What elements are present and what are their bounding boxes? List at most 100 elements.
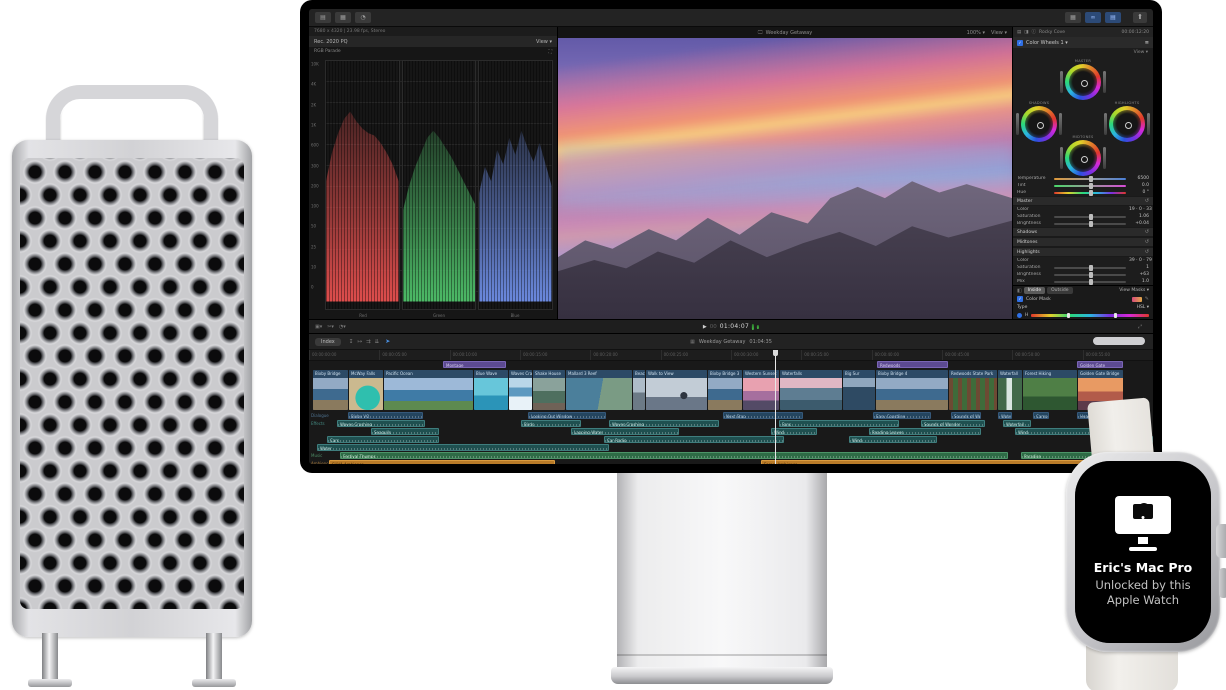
timeline-clip[interactable]: Fans (779, 420, 899, 427)
timeline-clip[interactable]: Big Sur (843, 370, 875, 410)
timeline-clip[interactable]: Bixby Bridge 3 (708, 370, 742, 410)
timeline-clip[interactable]: Walk to View (646, 370, 707, 410)
mask-tab-inside[interactable]: Inside (1024, 287, 1045, 294)
timeline-right-button[interactable] (1093, 337, 1145, 345)
trim-menu-icon[interactable]: ✂▾ (327, 324, 334, 330)
mask-color-swatch[interactable] (1132, 297, 1142, 302)
timeline-clip[interactable]: McWay Falls (349, 370, 383, 410)
param-slider[interactable] (1054, 178, 1126, 180)
param-slider[interactable] (1054, 260, 1126, 262)
timeline-clip[interactable]: Blue Wave (474, 370, 508, 410)
timeline-clip[interactable]: Reading Leaves (869, 428, 981, 435)
timeline-project-name[interactable]: Weekday Getaway (699, 339, 746, 345)
reset-icon[interactable]: ↺ (1145, 198, 1149, 204)
param-slider[interactable] (1054, 209, 1126, 211)
insert-edit-icon[interactable]: ↦ (357, 339, 362, 345)
connect-edit-icon[interactable]: ↧ (349, 339, 354, 345)
timeline-clip[interactable]: Festival Thumps (340, 452, 1008, 459)
timeline-clip[interactable]: SUVA Ambience (329, 460, 555, 464)
select-tool-icon[interactable]: ➤ (385, 338, 390, 345)
timeline-ruler[interactable]: 00:00:00:0000:00:05:0000:00:10:0000:00:1… (309, 350, 1153, 361)
param-value[interactable]: 1.06 (1129, 214, 1149, 219)
timeline-clip[interactable]: Looking Out Window (528, 412, 606, 419)
param-value[interactable]: 19 · 0 · 33 (1129, 207, 1149, 212)
retime-menu-icon[interactable]: ◔▾ (339, 324, 346, 330)
timeline-clip[interactable]: Easy Coastline (873, 412, 931, 419)
timeline-clip[interactable]: Waterfall (998, 412, 1012, 419)
param-value[interactable]: 0.0 (1129, 183, 1149, 188)
timeline-clip[interactable]: Redwoods (877, 361, 948, 368)
slider-handle[interactable] (1089, 221, 1093, 227)
param-value[interactable]: 39 · 0 · 79 (1129, 258, 1149, 263)
timeline-clip[interactable]: Beach Bluff (633, 370, 645, 410)
param-slider[interactable] (1054, 223, 1126, 225)
timeline-clip[interactable]: Waterfall (998, 370, 1022, 410)
sidebar-toggle-icon[interactable]: ▤ (315, 12, 331, 23)
timeline-clip[interactable]: Golden Gate (1077, 361, 1123, 368)
correction-menu-icon[interactable]: ≣ (1145, 40, 1149, 46)
mask-type-value[interactable]: HSL ▾ (1137, 305, 1149, 310)
slider-handle[interactable] (1089, 279, 1093, 285)
timeline-clip[interactable]: Wind (849, 436, 937, 443)
overwrite-edit-icon[interactable]: ⇊ (375, 339, 380, 345)
playhead[interactable] (775, 350, 776, 464)
param-value[interactable]: 1 (1129, 265, 1149, 270)
timeline-clip[interactable]: Camping (1033, 412, 1049, 419)
timeline-clip[interactable]: Sounds of Wonder (951, 412, 981, 419)
timeline-clip[interactable]: Waves Crashing (337, 420, 425, 427)
scope-view-menu[interactable]: View ▾ (536, 39, 552, 45)
timeline-clip[interactable]: Sounds of Wonder (921, 420, 985, 427)
timeline-clip[interactable]: Shake House (533, 370, 565, 410)
slider-handle[interactable] (1089, 214, 1093, 220)
param-slider[interactable] (1054, 216, 1126, 218)
param-value[interactable]: 1.0 (1129, 279, 1149, 284)
slider-handle[interactable] (1089, 265, 1093, 271)
crop-menu-icon[interactable]: ▣▾ (315, 324, 322, 330)
slider-handle[interactable] (1089, 183, 1093, 189)
eyedropper-icon[interactable]: ✎ (1145, 296, 1149, 302)
hue-range-slider[interactable] (1031, 314, 1149, 317)
view-masks-menu[interactable]: View Masks ▾ (1119, 288, 1149, 293)
param-value[interactable]: +0.04 (1129, 221, 1149, 226)
param-slider[interactable] (1054, 192, 1126, 194)
correction-name[interactable]: Color Wheels 1 ▾ (1026, 40, 1068, 46)
media-browser-icon[interactable]: ▦ (335, 12, 351, 23)
param-slider[interactable] (1054, 267, 1126, 269)
timeline-clip[interactable]: Car Radio (604, 436, 784, 443)
filmstrip-view-icon[interactable]: ∞ (1085, 12, 1101, 23)
slider-handle[interactable] (1089, 272, 1093, 278)
timeline-clip[interactable]: Bixby Bridge 4 (876, 370, 948, 410)
timeline-clip[interactable]: Birds (521, 420, 581, 427)
midtones-color-wheel[interactable] (1065, 140, 1101, 176)
timeline-clip[interactable]: Waves Crashing (609, 420, 719, 427)
timeline-clip[interactable]: Pacific Ocean (384, 370, 473, 410)
share-icon[interactable]: ⬆ (1133, 12, 1147, 23)
master-color-wheel[interactable] (1065, 64, 1101, 100)
timeline-clip[interactable]: Wind (771, 428, 817, 435)
timeline-clip[interactable]: Cars (327, 436, 439, 443)
param-value[interactable]: 6500 (1129, 176, 1149, 181)
timeline-clip[interactable]: Western Sunset (743, 370, 779, 410)
timeline-clip[interactable]: Mallard 3 Reef (566, 370, 632, 410)
timeline-clip[interactable]: Waterfalls (780, 370, 842, 410)
color-inspector-icon[interactable]: ◨ (1024, 30, 1028, 35)
correction-selector[interactable]: ✓ Color Wheels 1 ▾ ≣ (1013, 37, 1153, 48)
timeline-clip[interactable]: Redwoods State Park (949, 370, 997, 410)
reset-icon[interactable]: ↺ (1145, 249, 1149, 255)
mask-tab-outside[interactable]: Outside (1047, 287, 1072, 294)
slider-handle[interactable] (1089, 176, 1093, 182)
param-value[interactable]: +63 (1129, 272, 1149, 277)
append-edit-icon[interactable]: ⇉ (366, 339, 371, 345)
wheels-view-menu[interactable]: View ▾ (1134, 50, 1148, 55)
timeline-clip[interactable]: Montage (443, 361, 506, 368)
inspector-section-shadows[interactable]: Shadows↺ (1013, 227, 1153, 237)
digital-crown[interactable] (1216, 524, 1226, 558)
background-tasks-icon[interactable]: ◔ (355, 12, 371, 23)
timeline-clip[interactable]: Bixby Bridge (313, 370, 348, 410)
timeline-clip[interactable]: Next Stop (723, 412, 803, 419)
fullscreen-icon[interactable]: ⤢ (1138, 324, 1142, 330)
viewer-view-menu[interactable]: View ▾ (991, 30, 1007, 36)
timeline-clip[interactable]: Seagulls (371, 428, 439, 435)
reset-icon[interactable]: ↺ (1145, 229, 1149, 235)
inspector-section-highlights[interactable]: Highlights↺ (1013, 247, 1153, 257)
